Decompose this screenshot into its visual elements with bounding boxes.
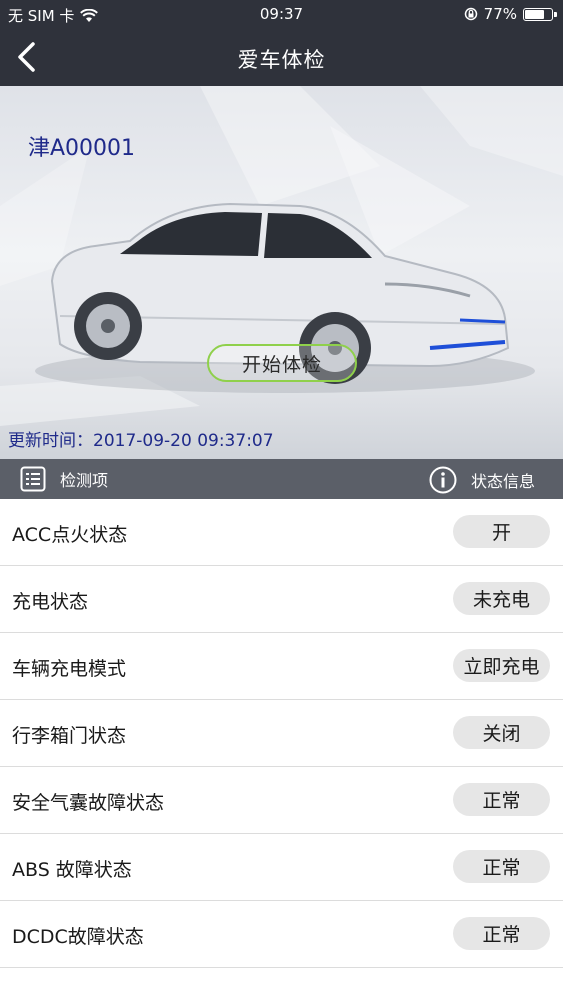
status-badge: 正常 — [453, 917, 550, 950]
item-label: ACC点火状态 — [12, 524, 128, 546]
list-item: 车辆充电模式 立即充电 — [0, 633, 563, 700]
item-label: 充电状态 — [12, 591, 89, 613]
nav-bar: 爱车体检 — [0, 28, 563, 86]
page-title: 爱车体检 — [237, 48, 326, 72]
item-label: 车辆充电模式 — [12, 658, 127, 680]
list-item: ABS 故障状态 正常 — [0, 834, 563, 901]
battery-fill — [525, 9, 545, 19]
header-status-label: 状态信息 — [470, 472, 535, 491]
item-label: 安全气囊故障状态 — [12, 792, 165, 814]
status-badge: 立即充电 — [453, 649, 550, 682]
license-plate: 津A00001 — [28, 136, 136, 161]
list-item: 安全气囊故障状态 正常 — [0, 767, 563, 834]
status-badge: 未充电 — [453, 582, 550, 615]
info-icon — [429, 466, 457, 494]
item-label: 行李箱门状态 — [12, 725, 127, 747]
car-hero-banner: 津A00001 开始体检 更新时间：2017-09-20 09:37:07 — [0, 86, 563, 459]
list-item: DCDC故障状态 正常 — [0, 901, 563, 968]
status-badge: 关闭 — [453, 716, 550, 749]
list-item: 行李箱门状态 关闭 — [0, 700, 563, 767]
status-bar: 无 SIM 卡 09:37 77% — [0, 0, 563, 28]
update-time: 更新时间：2017-09-20 09:37:07 — [8, 431, 274, 451]
item-label: ABS 故障状态 — [12, 859, 132, 881]
header-item-label: 检测项 — [60, 471, 109, 490]
start-check-button[interactable]: 开始体检 — [207, 344, 357, 382]
rotation-lock-icon — [464, 7, 477, 21]
list-icon — [20, 466, 46, 492]
item-label: DCDC故障状态 — [12, 926, 144, 948]
battery-icon — [523, 7, 557, 21]
status-badge: 开 — [453, 515, 550, 548]
check-item-list: ACC点火状态 开 充电状态 未充电 车辆充电模式 立即充电 行李箱门状态 关闭… — [0, 499, 563, 968]
battery-percentage: 77% — [483, 5, 517, 23]
list-header: 检测项 状态信息 — [0, 459, 563, 499]
status-badge: 正常 — [453, 783, 550, 816]
list-item: 充电状态 未充电 — [0, 566, 563, 633]
status-badge: 正常 — [453, 850, 550, 883]
list-item: ACC点火状态 开 — [0, 499, 563, 566]
